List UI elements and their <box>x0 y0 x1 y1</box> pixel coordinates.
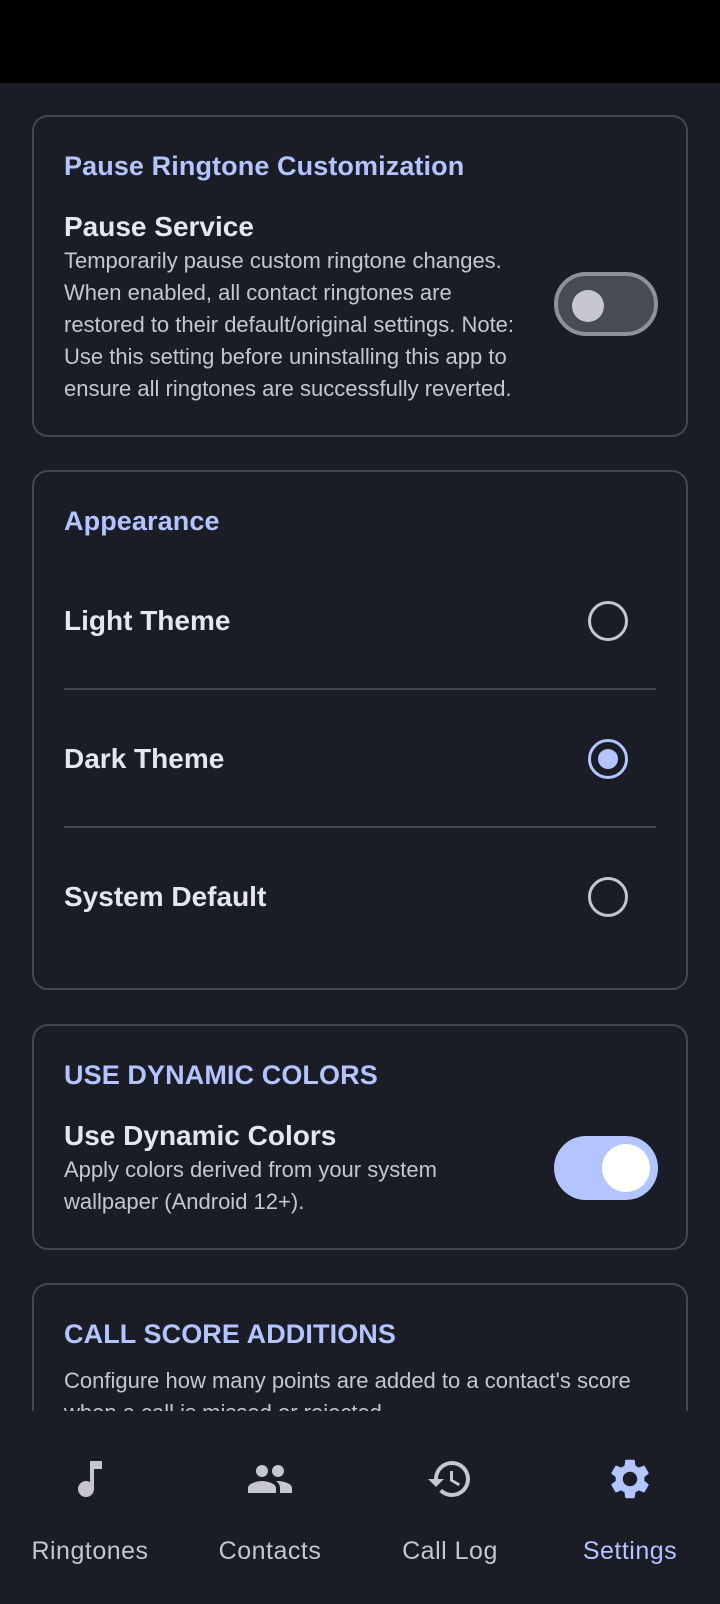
theme-option-system[interactable]: System Default <box>34 829 686 965</box>
toggle-knob <box>572 290 604 322</box>
nav-label: Settings <box>582 1537 678 1565</box>
section-title-pause: Pause Ringtone Customization <box>64 151 465 181</box>
section-title-appearance: Appearance <box>64 506 220 536</box>
theme-option-label: System Default <box>64 881 267 912</box>
section-title-dynamic-colors: USE DYNAMIC COLORS <box>64 1060 378 1090</box>
pause-service-toggle[interactable] <box>554 272 658 336</box>
section-title-call-score: CALL SCORE ADDITIONS <box>64 1319 397 1349</box>
gear-icon <box>611 1459 649 1499</box>
dynamic-colors-title: Use Dynamic Colors <box>64 1120 337 1151</box>
theme-option-dark[interactable]: Dark Theme <box>34 691 686 827</box>
dynamic-colors-description: Apply colors derived from your system wa… <box>64 1157 437 1214</box>
dynamic-colors-toggle[interactable] <box>554 1136 658 1200</box>
radio-button-light[interactable] <box>588 601 628 641</box>
theme-option-light[interactable]: Light Theme <box>34 553 686 689</box>
history-icon <box>428 1461 470 1497</box>
nav-item-ringtones[interactable]: Ringtones <box>0 1411 180 1604</box>
theme-option-label: Light Theme <box>64 605 231 636</box>
status-bar <box>0 0 720 83</box>
pause-ringtone-card: Pause Ringtone Customization Pause Servi… <box>32 115 688 437</box>
radio-button-dark[interactable] <box>588 739 628 779</box>
bottom-navigation: Ringtones Contacts Call Log Settings <box>0 1411 720 1604</box>
toggle-knob <box>602 1144 650 1192</box>
appearance-card: Appearance Light Theme Dark Theme System… <box>32 470 688 990</box>
call-score-card: CALL SCORE ADDITIONS Configure how many … <box>32 1283 688 1411</box>
nav-label: Contacts <box>218 1537 322 1565</box>
dynamic-colors-card: USE DYNAMIC COLORS Use Dynamic Colors Ap… <box>32 1024 688 1250</box>
nav-label: Ringtones <box>31 1537 149 1565</box>
nav-item-call-log[interactable]: Call Log <box>360 1411 540 1604</box>
call-score-description: Configure how many points are added to a… <box>64 1368 631 1411</box>
theme-option-label: Dark Theme <box>64 743 225 774</box>
nav-item-settings[interactable]: Settings <box>540 1411 720 1604</box>
music-note-icon <box>78 1461 102 1498</box>
pause-service-description: Temporarily pause custom ringtone change… <box>64 248 515 401</box>
divider <box>64 826 656 828</box>
pause-service-title: Pause Service <box>64 211 254 242</box>
people-icon <box>248 1465 292 1493</box>
settings-scroll-area[interactable]: Pause Ringtone Customization Pause Servi… <box>0 83 720 1411</box>
divider <box>64 688 656 690</box>
radio-selected-dot <box>598 749 618 769</box>
radio-button-system[interactable] <box>588 877 628 917</box>
nav-item-contacts[interactable]: Contacts <box>180 1411 360 1604</box>
nav-label: Call Log <box>402 1537 498 1565</box>
